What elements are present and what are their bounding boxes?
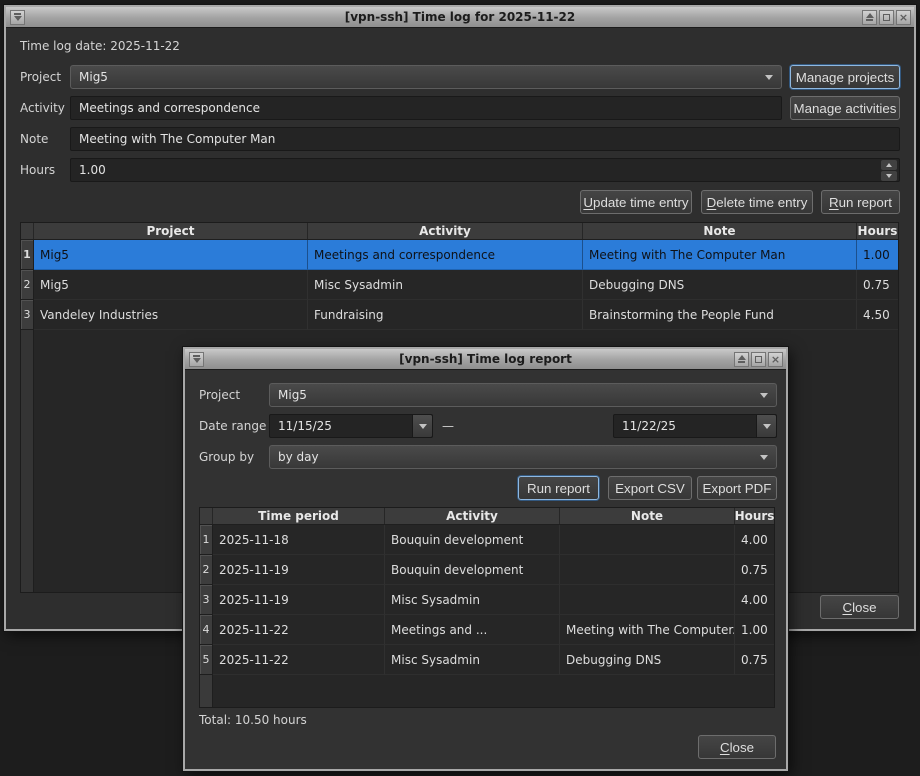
time-log-date-label: Time log date: 2025-11-22 — [20, 38, 180, 54]
shade-icon[interactable] — [862, 10, 877, 25]
group-by-label: Group by — [199, 445, 254, 469]
window-title: [vpn-ssh] Time log for 2025-11-22 — [6, 10, 914, 24]
chevron-down-icon[interactable] — [756, 415, 776, 437]
note-input[interactable]: Meeting with The Computer Man — [70, 127, 900, 151]
hours-spinbox[interactable]: 1.00 — [70, 158, 900, 182]
manage-projects-button[interactable]: Manage projects — [790, 65, 900, 89]
row-number-strip — [21, 330, 34, 593]
chevron-down-icon — [765, 75, 773, 80]
shade-icon[interactable] — [734, 352, 749, 367]
col-hours[interactable]: Hours — [857, 223, 898, 239]
title-bar[interactable]: [vpn-ssh] Time log for 2025-11-22 × — [6, 7, 914, 28]
run-report-button[interactable]: Run report — [821, 190, 900, 214]
col-activity[interactable]: Activity — [385, 508, 560, 524]
title-bar[interactable]: [vpn-ssh] Time log report × — [185, 349, 786, 370]
chevron-down-icon[interactable] — [412, 415, 432, 437]
export-pdf-button[interactable]: Export PDF — [697, 476, 777, 500]
close-icon[interactable]: × — [768, 352, 783, 367]
note-label: Note — [20, 127, 48, 151]
table-row[interactable]: 3 2025-11-19 Misc Sysadmin 4.00 — [200, 585, 774, 615]
date-from-combobox[interactable]: 11/15/25 — [269, 414, 433, 438]
run-report-button[interactable]: Run report — [518, 476, 599, 500]
maximize-icon[interactable] — [879, 10, 894, 25]
spin-up-icon[interactable] — [881, 160, 897, 170]
export-csv-button[interactable]: Export CSV — [608, 476, 692, 500]
close-button[interactable]: Close — [820, 595, 899, 619]
date-range-label: Date range — [199, 414, 266, 438]
project-combobox[interactable]: Mig5 — [70, 65, 782, 89]
group-by-combobox[interactable]: by day — [269, 445, 777, 469]
maximize-icon[interactable] — [751, 352, 766, 367]
table-row[interactable]: 2 2025-11-19 Bouquin development 0.75 — [200, 555, 774, 585]
manage-activities-button[interactable]: Manage activities — [790, 96, 900, 120]
delete-time-entry-button[interactable]: Delete time entry — [701, 190, 813, 214]
close-icon[interactable]: × — [896, 10, 911, 25]
hours-label: Hours — [20, 158, 55, 182]
col-note[interactable]: Note — [583, 223, 857, 239]
window-menu-icon[interactable] — [10, 10, 25, 25]
total-hours-label: Total: 10.50 hours — [199, 712, 307, 728]
date-to-combobox[interactable]: 11/22/25 — [613, 414, 777, 438]
col-activity[interactable]: Activity — [308, 223, 583, 239]
col-project[interactable]: Project — [34, 223, 308, 239]
col-hours[interactable]: Hours — [735, 508, 774, 524]
row-number-strip — [200, 675, 213, 708]
table-row[interactable]: 1 2025-11-18 Bouquin development 4.00 — [200, 525, 774, 555]
chevron-down-icon — [760, 455, 768, 460]
col-note[interactable]: Note — [560, 508, 735, 524]
col-time-period[interactable]: Time period — [213, 508, 385, 524]
table-row[interactable]: 5 2025-11-22 Misc Sysadmin Debugging DNS… — [200, 645, 774, 675]
project-label: Project — [20, 65, 61, 89]
table-header[interactable]: Time period Activity Note Hours — [200, 508, 774, 525]
table-row[interactable]: 1 Mig5 Meetings and correspondence Meeti… — [21, 240, 898, 270]
date-range-separator: — — [442, 414, 454, 438]
chevron-down-icon — [760, 393, 768, 398]
table-header[interactable]: Project Activity Note Hours — [21, 223, 898, 240]
report-table[interactable]: Time period Activity Note Hours 1 2025-1… — [199, 507, 775, 708]
report-project-combobox[interactable]: Mig5 — [269, 383, 777, 407]
project-label: Project — [199, 383, 240, 407]
activity-input[interactable]: Meetings and correspondence — [70, 96, 782, 120]
time-log-report-dialog: [vpn-ssh] Time log report × Project Mig5… — [183, 347, 788, 771]
close-button[interactable]: Close — [698, 735, 776, 759]
window-menu-icon[interactable] — [189, 352, 204, 367]
spin-down-icon[interactable] — [881, 171, 897, 181]
table-row[interactable]: 2 Mig5 Misc Sysadmin Debugging DNS 0.75 — [21, 270, 898, 300]
table-row[interactable]: 3 Vandeley Industries Fundraising Brains… — [21, 300, 898, 330]
table-row[interactable]: 4 2025-11-22 Meetings and ... Meeting wi… — [200, 615, 774, 645]
activity-label: Activity — [20, 96, 65, 120]
dialog-title: [vpn-ssh] Time log report — [185, 352, 786, 366]
update-time-entry-button[interactable]: Update time entry — [580, 190, 692, 214]
